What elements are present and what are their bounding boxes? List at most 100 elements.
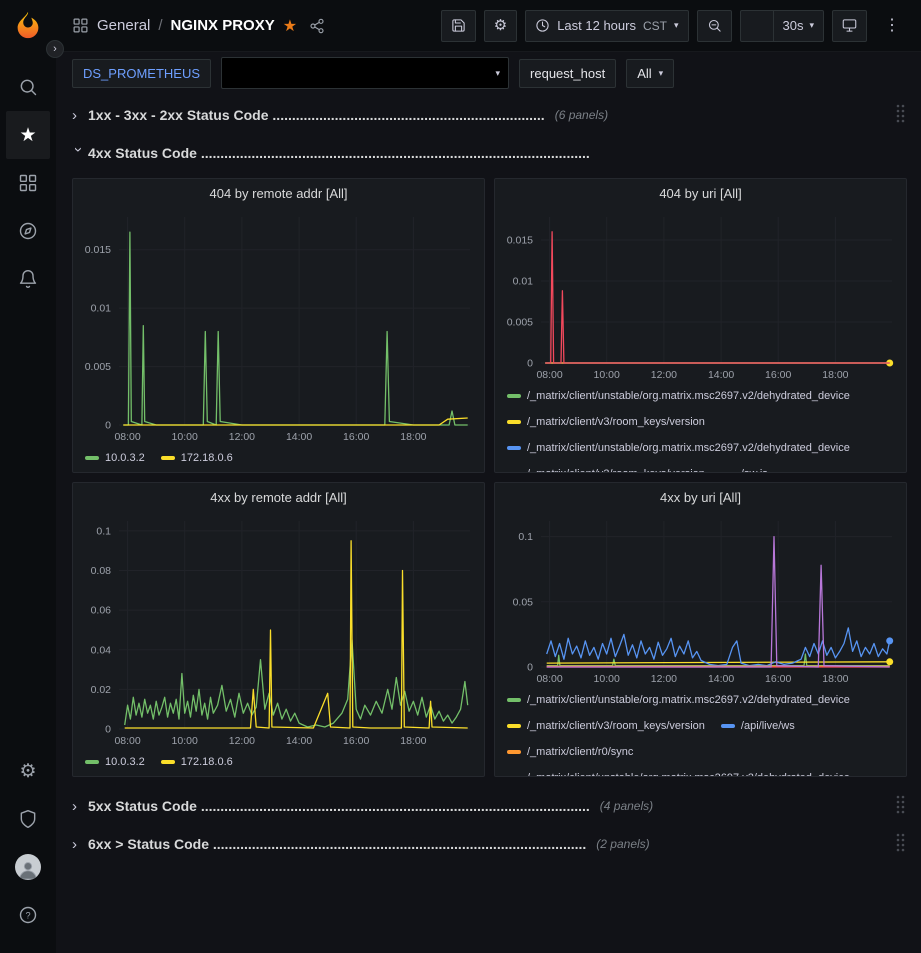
svg-text:0.005: 0.005 [507,317,533,329]
row-title: 5xx Status Code ........................… [88,798,590,814]
svg-text:0.005: 0.005 [85,361,111,373]
explore-compass-icon[interactable] [6,207,50,255]
chart-4xx-by-remote-addr[interactable]: 00.020.040.060.080.108:0010:0012:0014:00… [73,511,484,749]
svg-text:14:00: 14:00 [708,673,734,685]
legend-item[interactable]: /api/live/ws [721,717,795,735]
svg-text:14:00: 14:00 [286,735,312,747]
legend-swatch [507,750,521,754]
svg-text:10:00: 10:00 [594,673,620,685]
kebab-icon: ⋮ [884,18,900,34]
chart-404-by-remote-addr[interactable]: 00.0050.010.01508:0010:0012:0014:0016:00… [73,207,484,445]
refresh-interval-label: 30s [783,18,804,33]
variable-request-host-label[interactable]: request_host [519,59,616,88]
sidebar: ★ ⚙ ? [0,0,56,953]
svg-text:0.04: 0.04 [91,644,112,656]
chevron-right-icon: › [72,107,88,124]
share-icon[interactable] [309,18,325,34]
svg-text:0.1: 0.1 [518,531,533,543]
tv-mode-button[interactable] [832,10,867,42]
chart-404-by-uri[interactable]: 00.0050.010.01508:0010:0012:0014:0016:00… [495,207,906,383]
row-1xx-3xx-2xx[interactable]: › 1xx - 3xx - 2xx Status Code ..........… [72,100,907,130]
panel-title[interactable]: 404 by uri [All] [495,179,906,207]
row-drag-handle[interactable] [895,794,907,819]
grafana-logo[interactable] [13,10,43,45]
grafana-app: ★ ⚙ ? › [0,0,921,953]
svg-text:18:00: 18:00 [400,735,426,747]
configuration-gear-icon[interactable]: ⚙ [6,747,50,795]
chevron-down-icon: ▾ [809,20,814,31]
row-title: 4xx Status Code ........................… [88,145,590,161]
legend-item[interactable]: /_matrix/client/unstable/org.matrix.msc2… [507,439,850,457]
panels-grid: 404 by remote addr [All] 00.0050.010.015… [72,178,907,777]
dashboard-title[interactable]: NGINX PROXY [171,17,275,34]
row-6xx[interactable]: › 6xx > Status Code ....................… [72,829,907,859]
row-5xx[interactable]: › 5xx Status Code ......................… [72,791,907,821]
breadcrumb-folder[interactable]: General [97,17,150,34]
legend-item[interactable]: /_matrix/client/v3/room_keys/version [507,413,705,431]
help-icon[interactable]: ? [6,891,50,939]
legend-swatch [721,724,735,728]
user-avatar[interactable] [6,843,50,891]
legend-swatch [507,724,521,728]
legend-item[interactable]: 10.0.3.2 [85,449,145,467]
breadcrumb-separator: / [158,17,162,34]
server-admin-shield-icon[interactable] [6,795,50,843]
legend-item[interactable]: /_matrix/client/unstable/org.matrix.msc2… [507,769,850,776]
row-title: 1xx - 3xx - 2xx Status Code ............… [88,107,545,123]
panel-title[interactable]: 4xx by remote addr [All] [73,483,484,511]
legend-item[interactable]: 172.18.0.6 [161,449,233,467]
row-drag-handle[interactable] [895,103,907,128]
legend-item[interactable]: 10.0.3.2 [85,753,145,771]
legend-item[interactable]: 172.18.0.6 [161,753,233,771]
kebab-menu-button[interactable]: ⋮ [875,10,909,42]
legend-item[interactable]: /_matrix/client/unstable/org.matrix.msc2… [507,691,850,709]
dashboard-settings-button[interactable]: ⚙ [484,10,517,42]
legend-item[interactable]: /sw.js [721,465,768,472]
favorite-star-icon[interactable]: ★ [283,16,297,36]
row-drag-handle[interactable] [895,832,907,857]
svg-text:12:00: 12:00 [651,369,677,381]
svg-text:0.1: 0.1 [96,525,111,537]
refresh-button-group: 30s ▾ [740,10,825,42]
search-icon[interactable] [6,63,50,111]
variable-request-host-value[interactable]: All ▾ [626,59,674,88]
svg-text:08:00: 08:00 [536,673,562,685]
svg-text:0: 0 [105,420,111,432]
legend-swatch [85,456,99,460]
row-4xx[interactable]: › 4xx Status Code ......................… [72,138,907,168]
sidebar-expand-button[interactable]: › [46,40,64,58]
clock-icon [535,18,550,33]
legend: 10.0.3.2 172.18.0.6 [73,445,484,472]
variable-ds-prometheus-label[interactable]: DS_PROMETHEUS [72,59,211,88]
starred-dashboards-icon[interactable]: ★ [6,111,50,159]
alerting-bell-icon[interactable] [6,255,50,303]
legend-item[interactable]: /_matrix/client/v3/room_keys/version [507,465,705,472]
chevron-right-icon: › [72,798,88,815]
svg-text:0.06: 0.06 [91,605,112,617]
refresh-button[interactable] [741,11,773,41]
panel-title[interactable]: 404 by remote addr [All] [73,179,484,207]
zoom-out-button[interactable] [697,10,732,42]
svg-text:0.01: 0.01 [513,276,534,288]
legend-item[interactable]: /_matrix/client/unstable/org.matrix.msc2… [507,387,850,405]
variable-ds-prometheus-value[interactable]: ▾ [221,57,509,89]
legend-item[interactable]: /_matrix/client/v3/room_keys/version [507,717,705,735]
refresh-interval-dropdown[interactable]: 30s ▾ [773,11,824,41]
panel-title[interactable]: 4xx by uri [All] [495,483,906,511]
svg-text:16:00: 16:00 [343,431,369,443]
panel-404-by-uri: 404 by uri [All] 00.0050.010.01508:0010:… [494,178,907,473]
legend: 10.0.3.2 172.18.0.6 [73,749,484,776]
svg-text:10:00: 10:00 [172,735,198,747]
svg-text:08:00: 08:00 [536,369,562,381]
zoom-out-icon [707,18,722,33]
legend-item[interactable]: /_matrix/client/r0/sync [507,743,633,761]
svg-text:0.08: 0.08 [91,565,112,577]
panel-4xx-by-remote-addr: 4xx by remote addr [All] 00.020.040.060.… [72,482,485,777]
svg-text:08:00: 08:00 [114,431,140,443]
chart-4xx-by-uri[interactable]: 00.050.108:0010:0012:0014:0016:0018:00 [495,511,906,687]
dashboards-icon[interactable] [6,159,50,207]
svg-text:18:00: 18:00 [400,431,426,443]
time-range-picker[interactable]: Last 12 hours CST ▾ [525,10,688,42]
save-dashboard-button[interactable] [441,10,476,42]
breadcrumb: General / NGINX PROXY ★ [72,16,325,36]
